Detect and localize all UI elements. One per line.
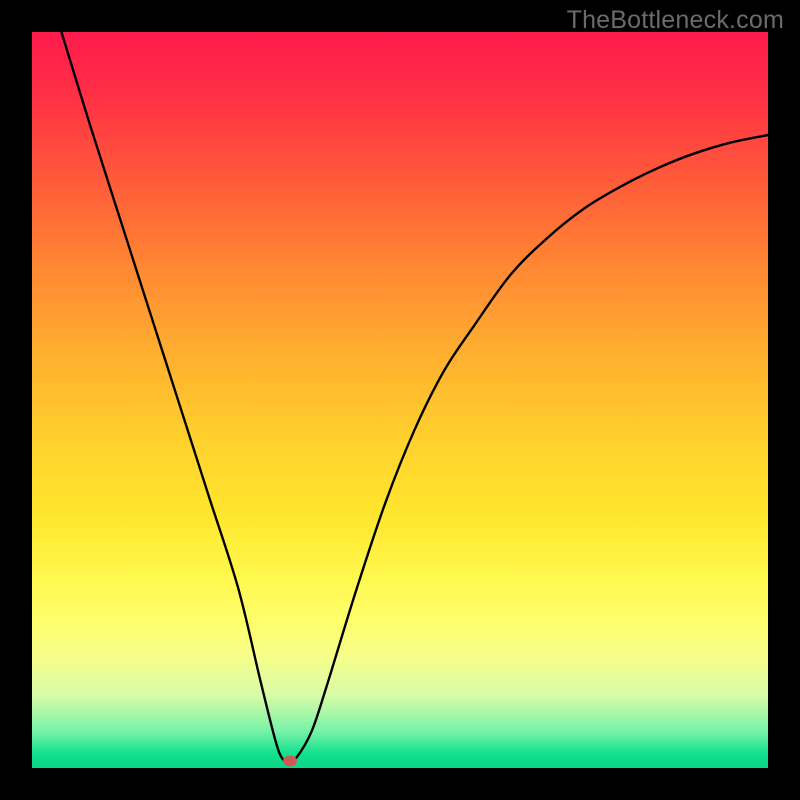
watermark-text: TheBottleneck.com: [567, 6, 784, 35]
bottleneck-curve: [32, 32, 768, 768]
plot-area: [32, 32, 768, 768]
chart-frame: TheBottleneck.com: [0, 0, 800, 800]
minimum-marker: [283, 755, 297, 766]
